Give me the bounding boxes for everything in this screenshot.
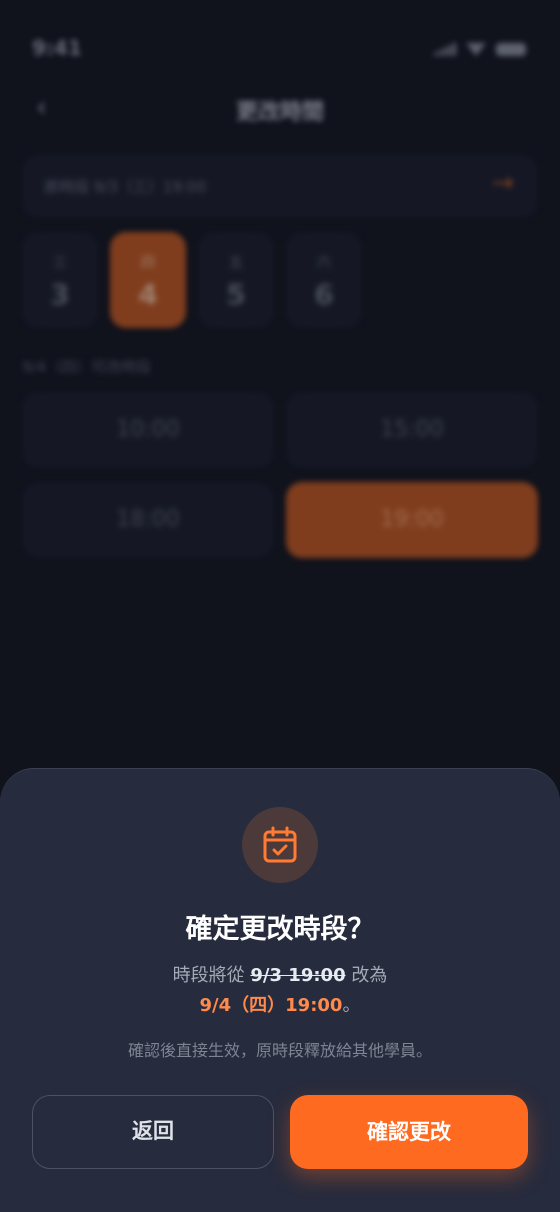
screen: 9:41 ‹ 更改時間 原時段 9/3（三）19:00 → 三 3 四 4 五 … xyxy=(0,0,560,1212)
calendar-check-icon xyxy=(242,807,318,883)
dialog-note: 確認後直接生效，原時段釋放給其他學員。 xyxy=(127,1041,432,1060)
period: 。 xyxy=(342,995,361,1016)
back-button[interactable]: 返回 xyxy=(32,1095,274,1169)
change-suffix: 改為 xyxy=(351,965,388,986)
confirm-sheet: 確定更改時段？ 時段將從 9/3 19:00 改為 9/4（四）19:00。 確… xyxy=(0,768,560,1212)
change-prefix: 時段將從 xyxy=(172,965,245,986)
new-time: 9/4（四）19:00 xyxy=(199,995,343,1016)
confirm-change-button[interactable]: 確認更改 xyxy=(290,1095,528,1169)
dialog-title: 確定更改時段？ xyxy=(185,914,375,945)
dialog-change-line: 時段將從 9/3 19:00 改為 xyxy=(0,961,560,987)
old-time: 9/3 19:00 xyxy=(250,965,346,986)
dialog-new-line: 9/4（四）19:00。 xyxy=(0,991,560,1017)
